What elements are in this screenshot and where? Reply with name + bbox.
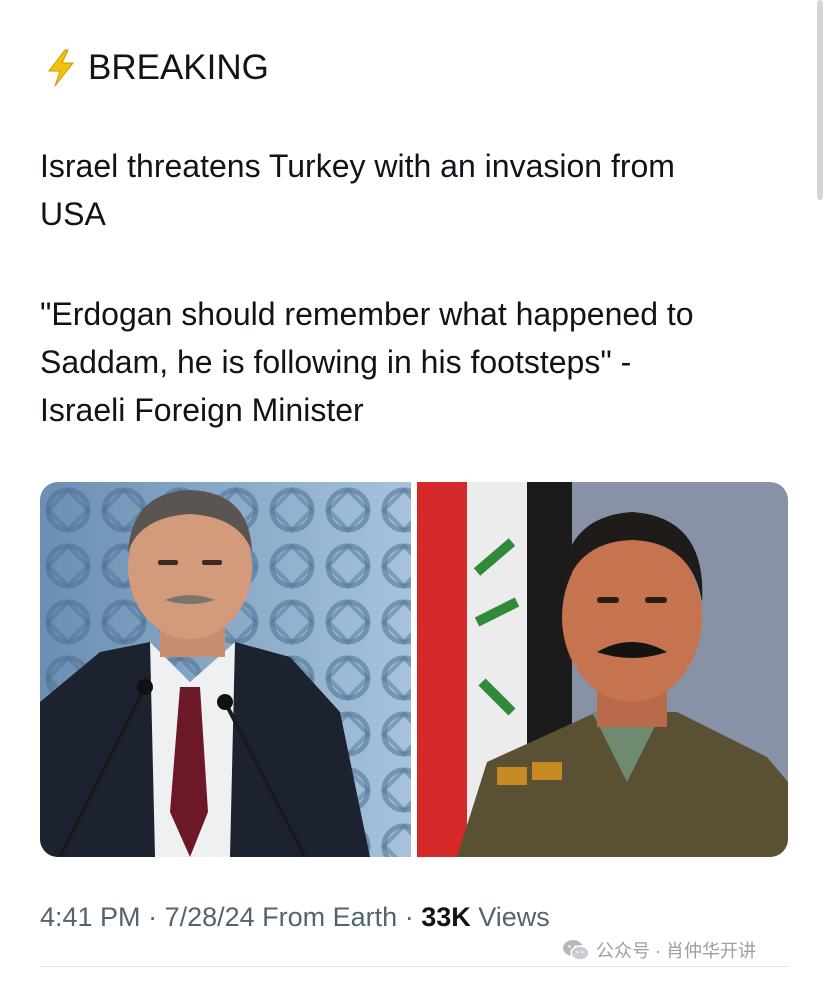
watermark-text: 公众号 · 肖仲华开讲 — [596, 941, 756, 961]
post-text-line-5: Israeli Foreign Minister — [40, 392, 364, 428]
separator: · — [397, 902, 422, 932]
views-count[interactable]: 33K — [421, 902, 471, 932]
breaking-label: BREAKING — [44, 48, 269, 88]
photo-erdogan[interactable] — [40, 482, 411, 857]
divider — [40, 966, 788, 967]
post-text-line-1: Israel threatens Turkey with an invasion… — [40, 148, 675, 184]
scrollbar[interactable] — [817, 0, 823, 200]
post-text-line-3: "Erdogan should remember what happened t… — [40, 296, 694, 332]
watermark: 公众号 · 肖仲华开讲 — [562, 937, 756, 963]
wechat-icon — [563, 940, 590, 961]
media-grid — [40, 482, 788, 857]
post-text-line-4: Saddam, he is following in his footsteps… — [40, 344, 632, 380]
views-label: Views — [470, 902, 550, 932]
post-text-line-2: USA — [40, 196, 106, 232]
post-time[interactable]: 4:41 PM — [40, 902, 141, 932]
breaking-text: BREAKING — [88, 48, 269, 87]
post-source: From Earth — [254, 902, 398, 932]
photo-saddam[interactable] — [417, 482, 788, 857]
post-meta: 4:41 PM · 7/28/24 From Earth · 33K Views — [40, 902, 550, 933]
post-date[interactable]: 7/28/24 — [165, 902, 255, 932]
separator: · — [140, 902, 165, 932]
lightning-icon — [47, 49, 75, 87]
